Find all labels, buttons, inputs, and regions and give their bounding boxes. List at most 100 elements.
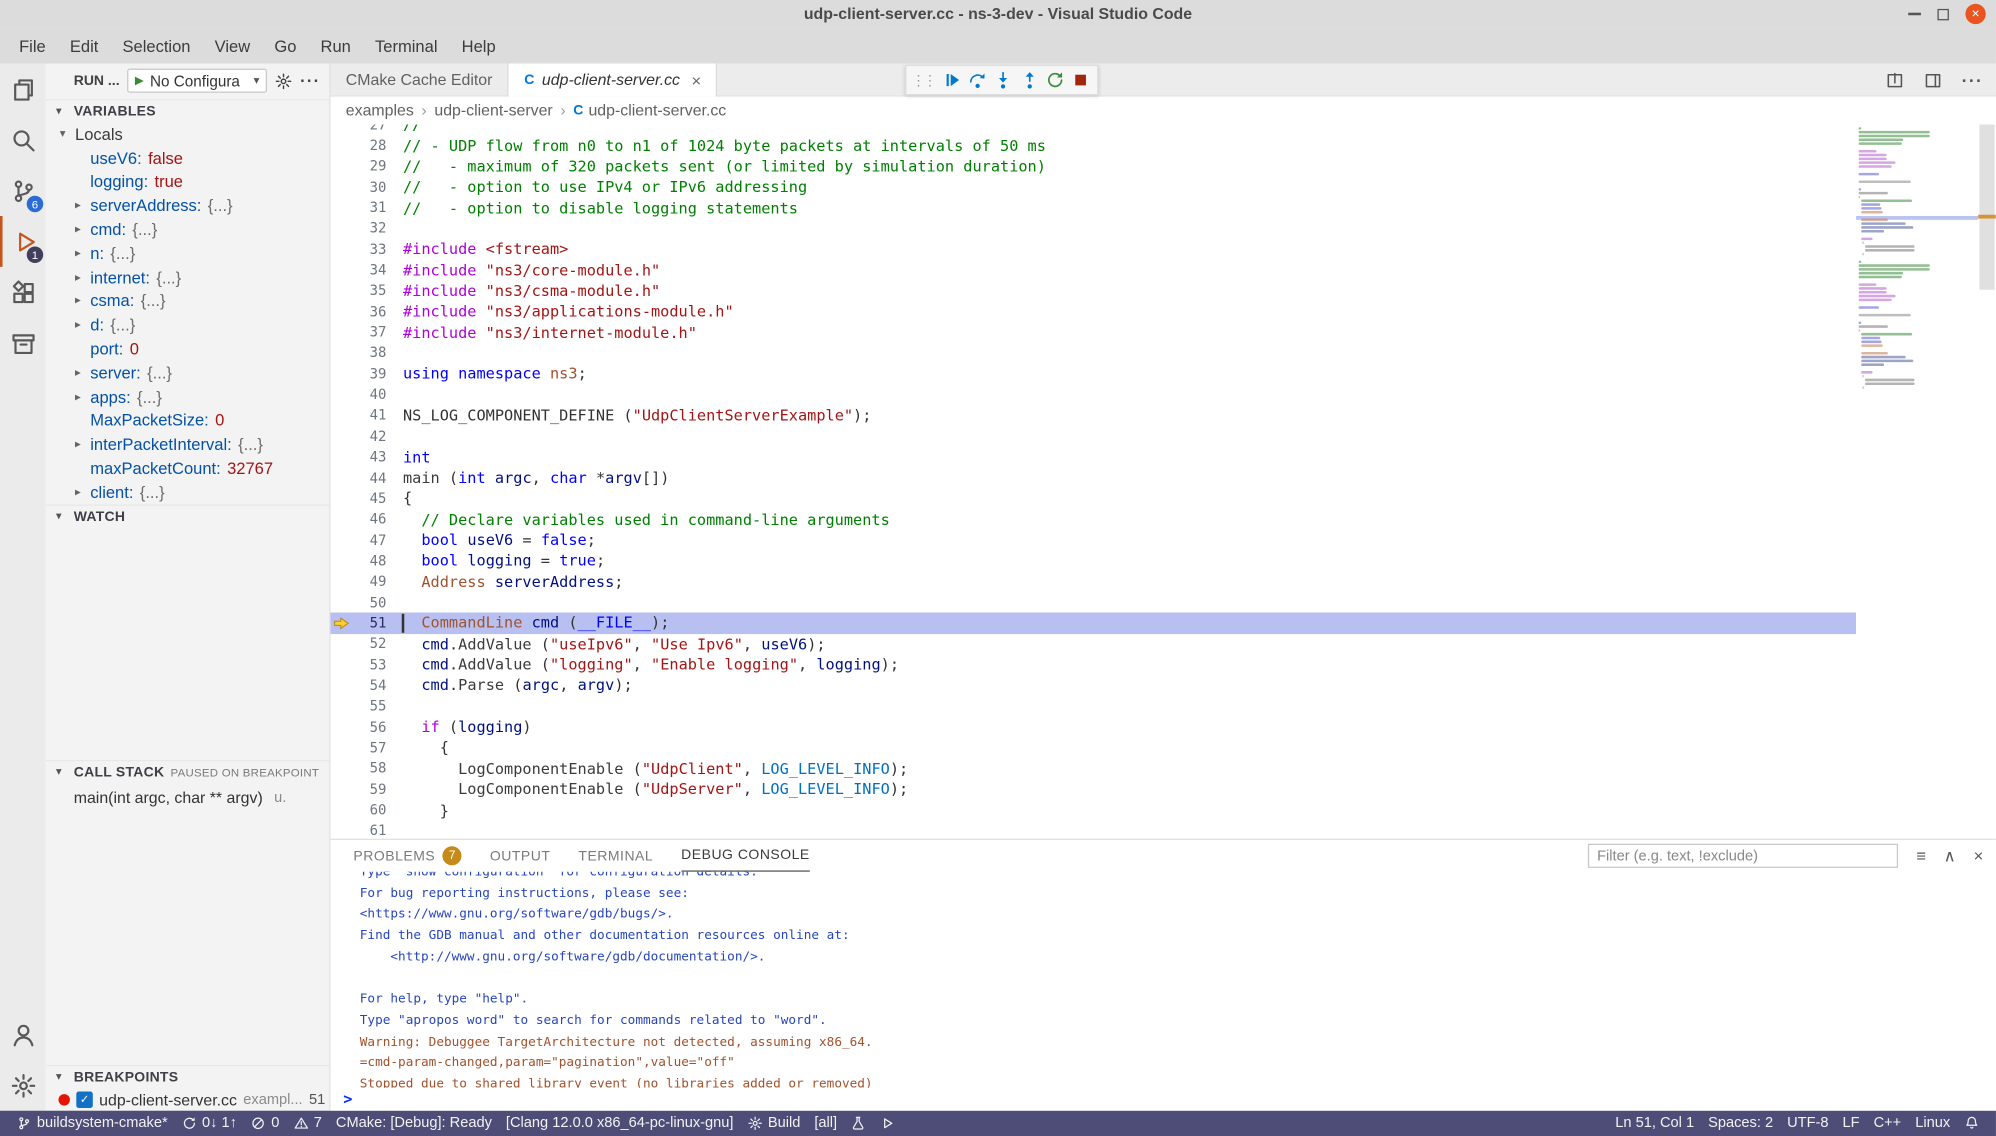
line-number[interactable]: 59	[353, 781, 386, 798]
breakpoint-margin[interactable]	[331, 800, 354, 821]
watch-section-header[interactable]: ▾ WATCH	[46, 504, 329, 527]
code-line[interactable]: 36#include "ns3/applications-module.h"	[331, 301, 1857, 322]
code-line[interactable]: 40	[331, 384, 1857, 405]
status-beaker[interactable]	[845, 1111, 873, 1136]
drag-handle-icon[interactable]: ⋮⋮	[912, 72, 935, 89]
status-bell[interactable]	[1958, 1116, 1986, 1131]
menu-run[interactable]: Run	[309, 32, 362, 59]
breakpoint-margin[interactable]	[331, 384, 354, 405]
code-line[interactable]: 37#include "ns3/internet-module.h"	[331, 322, 1857, 343]
debug-config-dropdown[interactable]: ▶ No Configura ▾	[127, 69, 267, 93]
breakpoint-margin[interactable]	[331, 737, 354, 758]
breakpoints-section-header[interactable]: ▾ BREAKPOINTS	[46, 1065, 329, 1088]
breakpoint-margin[interactable]	[331, 675, 354, 696]
variable-row[interactable]: logging:true	[46, 170, 329, 194]
menu-edit[interactable]: Edit	[58, 32, 109, 59]
code-line[interactable]: 61	[331, 820, 1857, 838]
panel-tab-debug-console[interactable]: DEBUG CONSOLE	[681, 840, 810, 872]
debug-console-input[interactable]: >	[331, 1088, 1996, 1111]
status-play[interactable]	[874, 1111, 902, 1136]
breakpoint-margin[interactable]	[331, 571, 354, 592]
breakpoint-margin[interactable]	[331, 509, 354, 530]
code-line[interactable]: 30// - option to use IPv4 or IPv6 addres…	[331, 177, 1857, 198]
activity-settings[interactable]	[0, 1060, 46, 1111]
breakpoint-margin[interactable]	[331, 218, 354, 239]
variable-row[interactable]: ▸apps:{...}	[46, 385, 329, 409]
code-line[interactable]: 44main (int argc, char *argv[])	[331, 467, 1857, 488]
code-line[interactable]: 43int	[331, 447, 1857, 468]
status-all[interactable]: [all]	[808, 1111, 843, 1136]
code-line[interactable]: 46 // Declare variables used in command-…	[331, 509, 1857, 530]
breakpoint-margin[interactable]	[331, 260, 354, 281]
breakpoint-margin[interactable]	[331, 125, 354, 136]
line-number[interactable]: 49	[353, 573, 386, 590]
code-line[interactable]: 32	[331, 218, 1857, 239]
variable-row[interactable]: ▸serverAddress:{...}	[46, 194, 329, 218]
code-line[interactable]: 59 LogComponentEnable ("UdpServer", LOG_…	[331, 779, 1857, 800]
code-line[interactable]: 35#include "ns3/csma-module.h"	[331, 281, 1857, 302]
call-stack-frame[interactable]: main(int argc, char ** argv) u.	[46, 785, 329, 809]
code-line[interactable]: 58 LogComponentEnable ("UdpClient", LOG_…	[331, 758, 1857, 779]
code-line[interactable]: 51 CommandLine cmd (__FILE__);	[331, 613, 1857, 634]
line-number[interactable]: 36	[353, 303, 386, 320]
menu-selection[interactable]: Selection	[111, 32, 202, 59]
code-line[interactable]: 27//	[331, 125, 1857, 136]
breakpoint-margin[interactable]	[331, 634, 354, 655]
editor-tab[interactable]: CMake Cache Editor	[331, 64, 509, 97]
close-button[interactable]: ×	[1965, 4, 1985, 24]
minimize-button[interactable]	[1908, 13, 1921, 16]
line-number[interactable]: 35	[353, 283, 386, 300]
breakpoint-margin[interactable]	[331, 613, 354, 634]
code-line[interactable]: 28// - UDP flow from n0 to n1 of 1024 by…	[331, 135, 1857, 156]
close-panel-icon[interactable]: ×	[1974, 848, 1984, 865]
activity-run-debug[interactable]: 1	[0, 216, 46, 267]
variable-row[interactable]: ▸internet:{...}	[46, 265, 329, 289]
code-line[interactable]: 56 if (logging)	[331, 717, 1857, 738]
line-number[interactable]: 34	[353, 262, 386, 279]
activity-explorer[interactable]	[0, 64, 46, 115]
step-over-button[interactable]	[966, 66, 989, 94]
code-line[interactable]: 55	[331, 696, 1857, 717]
status-clang-12-0-0-x86-64-pc-linux-gnu[interactable]: [Clang 12.0.0 x86_64-pc-linux-gnu]	[500, 1111, 740, 1136]
panel-tab-terminal[interactable]: TERMINAL	[578, 840, 653, 872]
status-cmake-debug-ready[interactable]: CMake: [Debug]: Ready	[330, 1111, 499, 1136]
code-line[interactable]: 41NS_LOG_COMPONENT_DEFINE ("UdpClientSer…	[331, 405, 1857, 426]
line-number[interactable]: 50	[353, 594, 386, 611]
more-actions-icon[interactable]: ···	[1962, 70, 1984, 90]
line-number[interactable]: 37	[353, 324, 386, 341]
line-number[interactable]: 54	[353, 677, 386, 694]
breadcrumb-item[interactable]: udp-client-server	[434, 102, 552, 120]
filter-options-icon[interactable]: ≡	[1916, 848, 1926, 865]
breakpoint-margin[interactable]	[331, 654, 354, 675]
line-number[interactable]: 40	[353, 386, 386, 403]
breakpoint-margin[interactable]	[331, 239, 354, 260]
line-number[interactable]: 58	[353, 760, 386, 777]
code-line[interactable]: 48 bool logging = true;	[331, 550, 1857, 571]
line-number[interactable]: 33	[353, 241, 386, 258]
variable-row[interactable]: ▸d:{...}	[46, 313, 329, 337]
variable-row[interactable]: ▸client:{...}	[46, 480, 329, 504]
breakpoint-margin[interactable]	[331, 426, 354, 447]
line-number[interactable]: 56	[353, 719, 386, 736]
breakpoint-checkbox[interactable]: ✓	[76, 1092, 93, 1109]
code-line[interactable]: 50	[331, 592, 1857, 613]
breakpoint-margin[interactable]	[331, 177, 354, 198]
line-number[interactable]: 28	[353, 137, 386, 154]
menu-go[interactable]: Go	[263, 32, 308, 59]
menu-terminal[interactable]: Terminal	[364, 32, 449, 59]
line-number[interactable]: 47	[353, 532, 386, 549]
code-line[interactable]: 53 cmd.AddValue ("logging", "Enable logg…	[331, 654, 1857, 675]
code-line[interactable]: 29// - maximum of 320 packets sent (or l…	[331, 156, 1857, 177]
line-number[interactable]: 30	[353, 179, 386, 196]
breakpoint-margin[interactable]	[331, 156, 354, 177]
editor-scrollbar[interactable]	[1978, 125, 1996, 839]
breadcrumb-item[interactable]: examples	[346, 102, 414, 120]
line-number[interactable]: 51	[353, 615, 386, 632]
activity-extensions[interactable]	[0, 267, 46, 318]
status-utf-8[interactable]: UTF-8	[1781, 1116, 1835, 1131]
line-number[interactable]: 48	[353, 553, 386, 570]
code-line[interactable]: 47 bool useV6 = false;	[331, 530, 1857, 551]
line-number[interactable]: 44	[353, 470, 386, 487]
breakpoint-margin[interactable]	[331, 550, 354, 571]
line-number[interactable]: 52	[353, 636, 386, 653]
